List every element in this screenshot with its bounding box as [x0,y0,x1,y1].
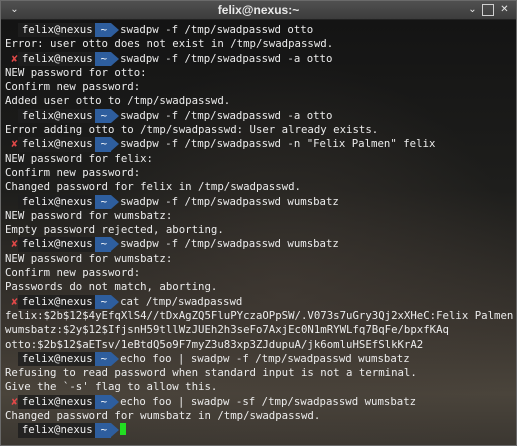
command-text: echo foo | swadpw -sf /tmp/swadpasswd wu… [120,394,417,408]
output-line: felix:$2b$12$4yEfqXlS4//tDxAgZQ5FluPYcza… [5,308,514,322]
error-mark-icon: ✘ [5,294,18,308]
window-title: felix@nexus:~ [217,3,300,17]
prompt-user: felix@nexus [17,23,95,38]
prompt-dir: ~ [94,23,120,38]
prompt-line: felix@nexus ~ swadpw -f /tmp/swadpasswd wu… [5,194,516,209]
maximize-icon[interactable] [482,4,494,16]
error-mark-icon: ✘ [5,237,18,251]
prompt-spacer [5,352,18,365]
output-line: Changed password for felix in /tmp/swadp… [5,180,301,194]
terminal-window: felix@nexus:~ ⌄ ⌄ ✕ felix@nexus ~ swadpw -… [0,0,517,446]
prompt-dir: ~ [94,137,120,152]
output-line: Error adding otto to /tmp/swadpasswd: Us… [5,123,379,137]
prompt-dir: ~ [94,194,120,209]
command-text: swadpw -f /tmp/swadpasswd wumsbatz [120,194,339,208]
prompt-line: felix@nexus ~ echo foo | swadpw -f /tmp/sw… [5,351,516,367]
command-text: swadpw -f /tmp/swadpasswd -a otto [120,51,333,65]
close-icon[interactable]: ✕ [499,4,510,15]
prompt-user: felix@nexus [17,423,95,438]
prompt-dir: ~ [94,237,120,252]
prompt-dir: ~ [94,351,120,367]
output-line: wumsbatz:$2y$12$IfjsnH59tllWzJUEh2h3seFo… [5,323,449,337]
prompt-user: felix@nexus [17,108,95,124]
command-text: swadpw -f /tmp/swadpasswd -n "Felix Palm… [120,137,436,151]
text-cursor [120,423,127,436]
output-line: NEW password for felix: [5,151,153,165]
output-line: otto:$2b$12$aETsv/1eBtdQ5o9F7myZ3u83xp3Z… [5,337,424,351]
prompt-spacer [5,423,18,436]
output-line: Error: user otto does not exist in /tmp/… [5,37,334,51]
prompt-spacer [5,195,18,208]
output-line: NEW password for wumsbatz: [5,208,173,222]
prompt-line: felix@nexus ~ swadpw -f /tmp/swadpasswd -a… [5,108,516,124]
prompt-user: felix@nexus [17,51,95,66]
output-line: Confirm new password: [5,266,141,280]
prompt-spacer [5,109,18,122]
minimize-icon[interactable]: ⌄ [467,4,478,15]
prompt-dir: ~ [94,423,120,438]
prompt-dir: ~ [94,294,120,309]
terminal-output[interactable]: felix@nexus ~ swadpw -f /tmp/swadpasswd ot… [1,20,516,445]
prompt-user: felix@nexus [17,137,95,152]
prompt-line: ✘ felix@nexus ~ swadpw -f /tmp/swadpasswd -… [5,137,516,152]
prompt-user: felix@nexus [17,394,95,410]
command-text: echo foo | swadpw -f /tmp/swadpasswd wum… [120,351,410,365]
output-line: Empty password rejected, aborting. [5,223,224,237]
prompt-dir: ~ [94,51,120,66]
output-line: Refusing to read password when standard … [5,366,417,380]
prompt-spacer [5,23,18,36]
output-line: Confirm new password: [5,80,141,94]
output-line: Give the `-s' flag to allow this. [5,380,218,394]
prompt-user: felix@nexus [17,351,95,367]
prompt-line: ✘ felix@nexus ~ swadpw -f /tmp/swadpasswd w… [5,237,516,252]
prompt-line: ✘ felix@nexus ~ swadpw -f /tmp/swadpasswd -… [5,51,516,66]
command-text: swadpw -f /tmp/swadpasswd wumsbatz [120,237,339,251]
prompt-dir: ~ [94,394,120,410]
output-line: Confirm new password: [5,165,141,179]
output-line: NEW password for otto: [5,65,147,79]
command-text: swadpw -f /tmp/swadpasswd -a otto [120,108,333,122]
error-mark-icon: ✘ [5,394,18,408]
output-line: Passwords do not match, aborting. [5,280,218,294]
output-line: Changed password for wumsbatz in /tmp/sw… [5,409,321,423]
prompt-user: felix@nexus [17,294,95,309]
title-bar[interactable]: felix@nexus:~ ⌄ ⌄ ✕ [1,1,516,20]
output-line: NEW password for wumsbatz: [5,251,173,265]
output-line: Added user otto to /tmp/swadpasswd. [5,94,231,108]
error-mark-icon: ✘ [5,51,18,65]
error-mark-icon: ✘ [5,137,18,151]
prompt-line: felix@nexus ~ [5,423,516,438]
prompt-dir: ~ [94,108,120,124]
command-text: swadpw -f /tmp/swadpasswd otto [120,23,314,36]
prompt-line: felix@nexus ~ swadpw -f /tmp/swadpasswd ot… [5,23,516,38]
command-text: cat /tmp/swadpasswd [120,294,243,308]
prompt-user: felix@nexus [17,237,95,252]
prompt-line: ✘ felix@nexus ~ cat /tmp/swadpasswd [5,294,516,309]
prompt-line: ✘ felix@nexus ~ echo foo | swadpw -sf /tmp/… [5,394,516,410]
prompt-user: felix@nexus [17,194,95,209]
window-menu-icon[interactable]: ⌄ [9,4,20,15]
